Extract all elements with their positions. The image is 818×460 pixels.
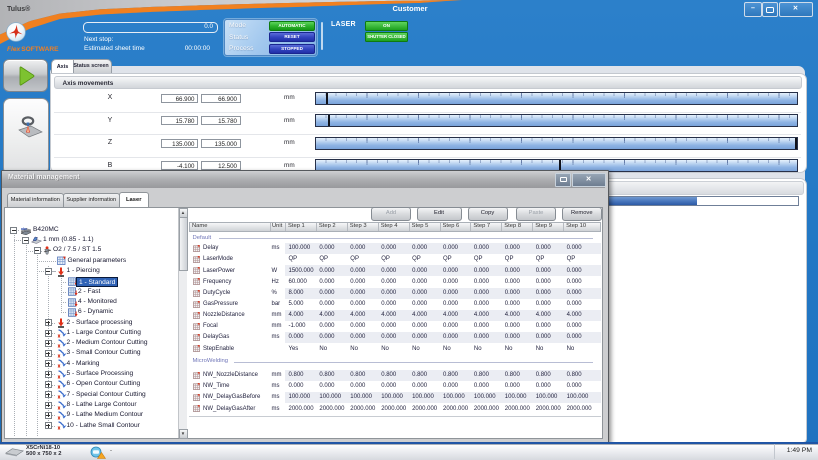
svg-text:abc: abc [21,227,27,231]
